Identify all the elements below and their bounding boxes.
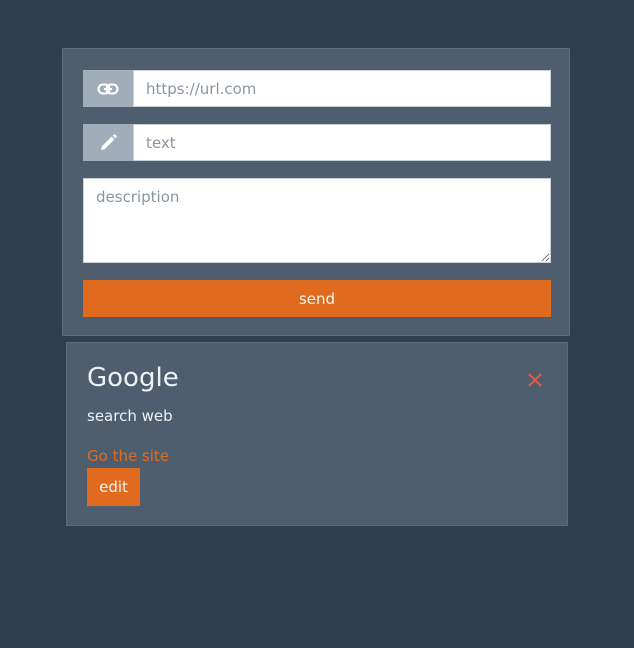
close-icon[interactable] bbox=[527, 372, 543, 388]
card-description: search web bbox=[87, 407, 173, 425]
description-textarea[interactable] bbox=[83, 178, 551, 263]
bookmark-card: Google search web Go the site edit bbox=[66, 342, 568, 526]
link-icon bbox=[83, 70, 133, 107]
bookmark-form: send bbox=[62, 48, 570, 336]
send-button[interactable]: send bbox=[83, 280, 551, 317]
text-input[interactable] bbox=[133, 124, 551, 161]
card-title: Google bbox=[87, 363, 179, 393]
pencil-icon bbox=[83, 124, 133, 161]
go-to-site-link[interactable]: Go the site bbox=[87, 447, 169, 465]
text-input-group bbox=[83, 124, 551, 161]
url-input-group bbox=[83, 70, 551, 107]
url-input[interactable] bbox=[133, 70, 551, 107]
edit-button[interactable]: edit bbox=[87, 468, 140, 506]
